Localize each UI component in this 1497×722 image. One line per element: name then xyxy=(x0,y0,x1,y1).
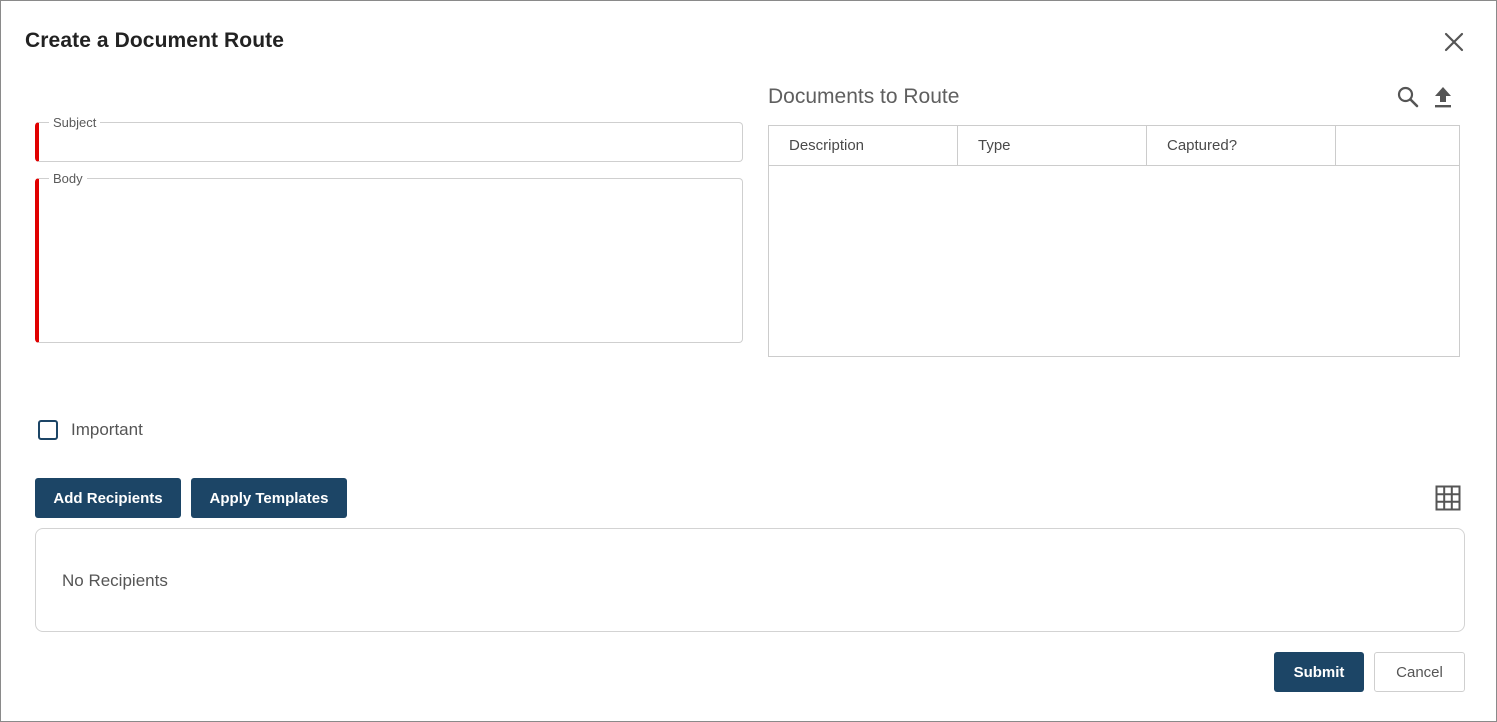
documents-title: Documents to Route xyxy=(768,85,960,108)
column-header-captured[interactable]: Captured? xyxy=(1147,126,1336,165)
search-icon xyxy=(1397,86,1419,108)
documents-table: Description Type Captured? xyxy=(768,125,1460,357)
body-field: Body xyxy=(35,172,743,343)
body-input[interactable] xyxy=(49,191,732,336)
important-checkbox-row[interactable]: Important xyxy=(38,420,143,440)
create-document-route-dialog: Create a Document Route Subject Body Doc… xyxy=(0,0,1497,722)
column-header-type[interactable]: Type xyxy=(958,126,1147,165)
apply-templates-button[interactable]: Apply Templates xyxy=(191,478,347,518)
important-checkbox[interactable] xyxy=(38,420,58,440)
subject-label: Subject xyxy=(49,116,101,130)
upload-document-button[interactable] xyxy=(1430,84,1456,110)
close-button[interactable] xyxy=(1441,29,1467,55)
upload-icon xyxy=(1435,87,1451,108)
grid-icon xyxy=(1435,485,1461,511)
documents-table-header: Description Type Captured? xyxy=(769,126,1459,166)
dialog-title: Create a Document Route xyxy=(25,29,285,52)
subject-input[interactable] xyxy=(49,135,732,155)
subject-field: Subject xyxy=(35,116,743,162)
recipients-list: No Recipients xyxy=(35,528,1465,632)
add-recipients-button[interactable]: Add Recipients xyxy=(35,478,181,518)
recipients-empty-message: No Recipients xyxy=(62,571,168,590)
cancel-button[interactable]: Cancel xyxy=(1374,652,1465,692)
close-icon xyxy=(1444,32,1464,52)
column-header-actions xyxy=(1336,126,1459,165)
body-label: Body xyxy=(49,172,87,186)
grid-view-button[interactable] xyxy=(1435,485,1461,511)
important-label: Important xyxy=(71,420,143,439)
submit-button[interactable]: Submit xyxy=(1274,652,1364,692)
search-documents-button[interactable] xyxy=(1395,84,1421,110)
column-header-description[interactable]: Description xyxy=(769,126,958,165)
